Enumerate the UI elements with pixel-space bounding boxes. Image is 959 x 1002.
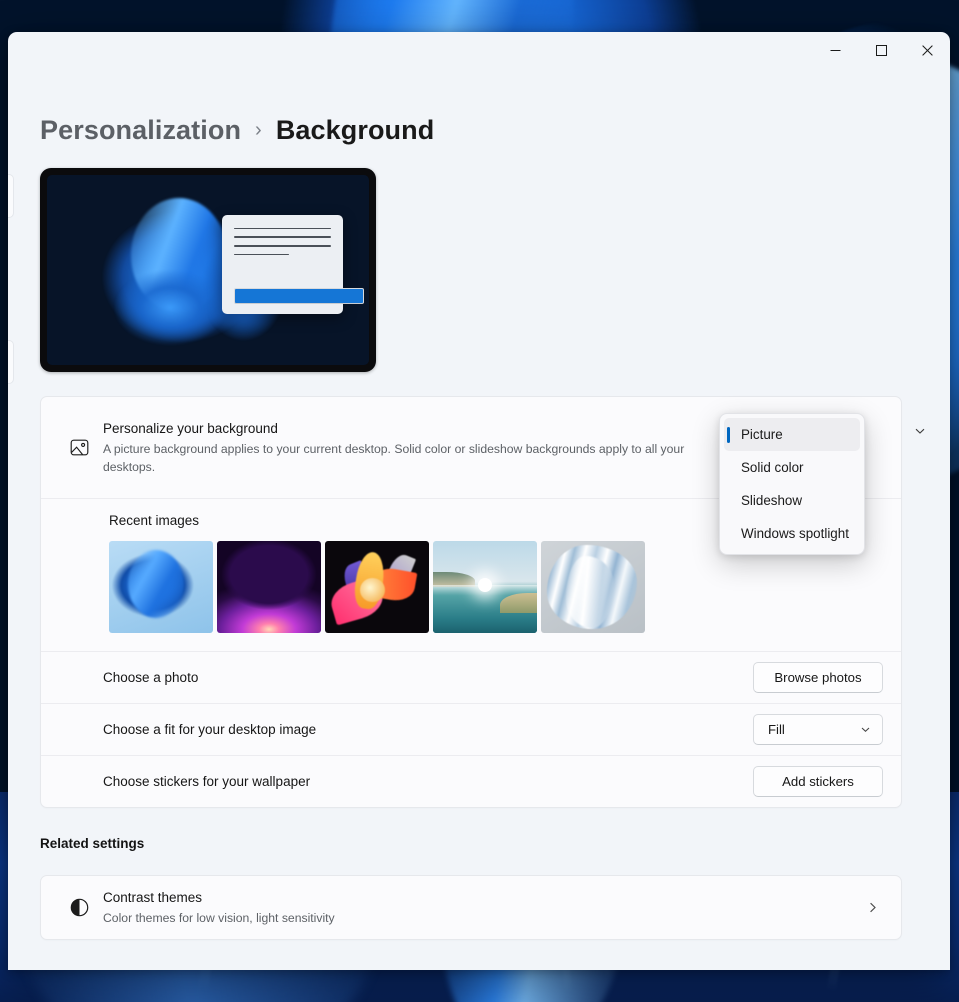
related-settings-heading: Related settings [40, 836, 902, 851]
picture-icon [59, 437, 103, 458]
page-title: Background [276, 115, 435, 146]
mock-text-line [234, 236, 331, 238]
recent-image-thumbnail[interactable] [433, 541, 537, 633]
add-stickers-button[interactable]: Add stickers [753, 766, 883, 797]
choose-photo-row: Choose a photo Browse photos [41, 651, 901, 703]
background-type-dropdown-menu: Picture Solid color Slideshow Windows sp… [719, 413, 865, 555]
choose-stickers-title: Choose stickers for your wallpaper [103, 772, 739, 792]
title-bar [8, 32, 950, 78]
breadcrumb: Personalization › Background [40, 115, 902, 146]
recent-images-list [109, 541, 645, 633]
related-support-heading: Related support [40, 968, 902, 970]
breadcrumb-parent-link[interactable]: Personalization [40, 115, 241, 146]
fit-combo-box[interactable]: Fill [753, 714, 883, 745]
minimize-button[interactable] [812, 32, 858, 68]
choose-stickers-row: Choose stickers for your wallpaper Add s… [41, 755, 901, 807]
dropdown-option-label: Windows spotlight [741, 526, 849, 541]
chevron-down-icon [860, 724, 871, 735]
contrast-themes-text: Contrast themes Color themes for low vis… [103, 876, 866, 939]
recent-image-thumbnail[interactable] [325, 541, 429, 633]
choose-photo-action: Browse photos [753, 662, 883, 693]
browse-photos-button[interactable]: Browse photos [753, 662, 883, 693]
related-settings-card: Contrast themes Color themes for low vis… [40, 875, 902, 940]
choose-fit-text: Choose a fit for your desktop image [103, 708, 753, 752]
mock-text-line [234, 245, 331, 247]
choose-fit-title: Choose a fit for your desktop image [103, 720, 739, 740]
background-type-combo-chevron-icon [914, 424, 926, 442]
monitor-screen [47, 175, 369, 365]
monitor-frame [40, 168, 376, 372]
close-button[interactable] [904, 32, 950, 68]
recent-image-thumbnail[interactable] [541, 541, 645, 633]
recent-image-thumbnail[interactable] [217, 541, 321, 633]
chevron-right-icon [866, 901, 883, 914]
contrast-themes-row[interactable]: Contrast themes Color themes for low vis… [41, 876, 901, 939]
dropdown-option-slideshow[interactable]: Slideshow [724, 484, 860, 517]
recent-images-label: Recent images [109, 513, 199, 528]
fit-combo-value: Fill [768, 722, 785, 737]
dropdown-option-label: Picture [741, 427, 783, 442]
contrast-themes-subtitle: Color themes for low vision, light sensi… [103, 909, 703, 927]
choose-fit-row: Choose a fit for your desktop image Fill [41, 703, 901, 755]
dropdown-option-solid-color[interactable]: Solid color [724, 451, 860, 484]
preview-mock-window [222, 215, 343, 314]
dropdown-option-label: Slideshow [741, 493, 802, 508]
personalize-description: A picture background applies to your cur… [103, 440, 703, 477]
background-preview [40, 168, 902, 372]
mock-text-line [234, 228, 331, 230]
dropdown-option-picture[interactable]: Picture [724, 418, 860, 451]
contrast-themes-title: Contrast themes [103, 888, 852, 908]
dropdown-option-windows-spotlight[interactable]: Windows spotlight [724, 517, 860, 550]
maximize-button[interactable] [858, 32, 904, 68]
breadcrumb-separator-icon: › [253, 119, 264, 142]
choose-stickers-action: Add stickers [753, 766, 883, 797]
recent-image-thumbnail[interactable] [109, 541, 213, 633]
choose-photo-title: Choose a photo [103, 668, 739, 688]
personalize-text: Personalize your background A picture ba… [103, 407, 753, 488]
contrast-icon [59, 897, 103, 918]
settings-window: Personalization › Background [8, 32, 950, 970]
mock-text-line [234, 254, 288, 256]
choose-photo-text: Choose a photo [103, 656, 753, 700]
dropdown-option-label: Solid color [741, 460, 804, 475]
mock-accent-button [234, 288, 364, 304]
choose-fit-action: Fill [753, 714, 883, 745]
choose-stickers-text: Choose stickers for your wallpaper [103, 760, 753, 804]
personalize-title: Personalize your background [103, 419, 739, 439]
